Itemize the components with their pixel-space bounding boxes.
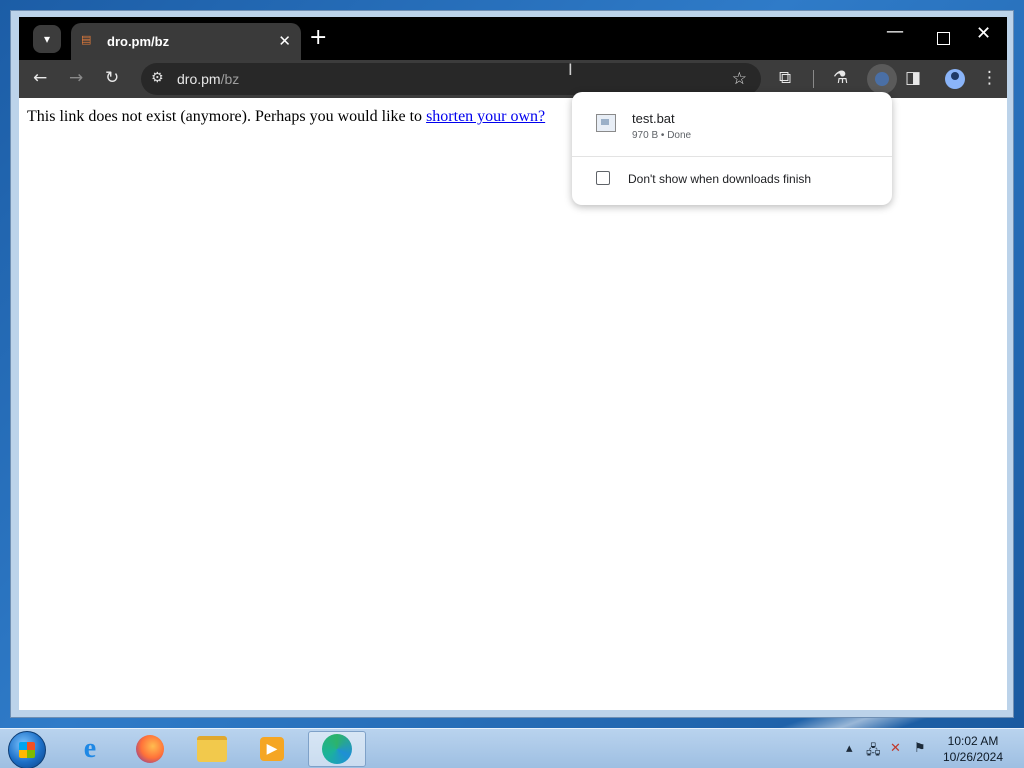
taskbar: e ▶ ▴ 🖧 ✕ ⚑ 10:02 AM 10/26/2024 [0,728,1024,768]
download-file-meta: 970 B • Done [632,130,692,141]
download-file-name[interactable]: test.bat [632,111,675,126]
start-button[interactable] [8,731,46,768]
favicon-icon: ▤ [81,33,92,46]
address-bar[interactable]: ⚙ dro.pm/bz ☆ [141,63,761,95]
text-cursor-icon: I [568,60,573,79]
network-icon[interactable]: 🖧 [866,741,881,763]
volume-muted-icon[interactable]: ✕ [890,741,901,756]
action-center-flag-icon[interactable]: ⚑ [914,741,926,756]
shorten-link[interactable]: shorten your own? [426,108,545,125]
extensions-icon[interactable]: ⧉ [779,68,791,88]
clock-time: 10:02 AM [947,734,999,748]
downloads-icon[interactable] [867,64,897,94]
page-message: This link does not exist (anymore). Perh… [27,108,545,126]
minimize-button[interactable]: — [886,21,904,42]
labs-icon[interactable]: ⚗ [833,68,848,88]
reload-icon[interactable]: ↻ [105,68,119,88]
tab-search-icon[interactable]: ▾ [33,25,61,53]
forward-icon[interactable]: → [69,68,83,88]
tab-close-icon[interactable]: ✕ [278,32,291,50]
tab-active[interactable]: ▤ dro.pm/bz ✕ [71,23,301,60]
windows-logo-icon [19,742,35,758]
tray-expand-icon[interactable]: ▴ [846,741,853,756]
downloads-bubble: test.bat 970 B • Done Don't show when do… [572,92,892,205]
toolbar-separator [813,70,814,88]
profile-icon[interactable] [945,69,965,89]
taskbar-internet-explorer[interactable]: e [64,731,116,767]
internet-explorer-icon: e [83,733,97,764]
side-panel-icon[interactable]: ◨ [905,68,921,88]
clock-date: 10/26/2024 [942,750,1004,764]
new-tab-button[interactable]: + [309,25,327,51]
dont-show-label[interactable]: Don't show when downloads finish [628,172,811,186]
site-info-icon[interactable]: ⚙ [151,70,164,86]
tab-title: dro.pm/bz [107,34,170,49]
menu-icon[interactable]: ⋮ [981,68,998,88]
taskbar-clock[interactable]: 10:02 AM 10/26/2024 [936,733,1010,765]
tab-strip: ▾ ▤ dro.pm/bz ✕ + — ✕ [19,17,1007,60]
taskbar-media-player[interactable]: ▶ [246,731,298,767]
taskbar-edge[interactable] [308,731,366,767]
url-host: dro.pm [177,71,221,87]
maximize-button[interactable] [937,32,950,45]
folder-icon [197,736,227,762]
back-icon[interactable]: ← [33,68,47,88]
address-url[interactable]: dro.pm/bz [177,71,239,87]
close-window-button[interactable]: ✕ [976,23,991,44]
dont-show-checkbox[interactable] [596,171,610,185]
file-icon [596,114,616,132]
bookmark-star-icon[interactable]: ☆ [732,69,747,89]
message-text: This link does not exist (anymore). Perh… [27,108,427,125]
taskbar-firefox[interactable] [124,731,176,767]
firefox-icon [136,735,164,763]
url-path: /bz [220,71,240,87]
media-player-icon: ▶ [260,737,284,761]
bubble-divider [572,156,892,157]
taskbar-explorer[interactable] [186,731,238,767]
edge-icon [322,734,352,764]
